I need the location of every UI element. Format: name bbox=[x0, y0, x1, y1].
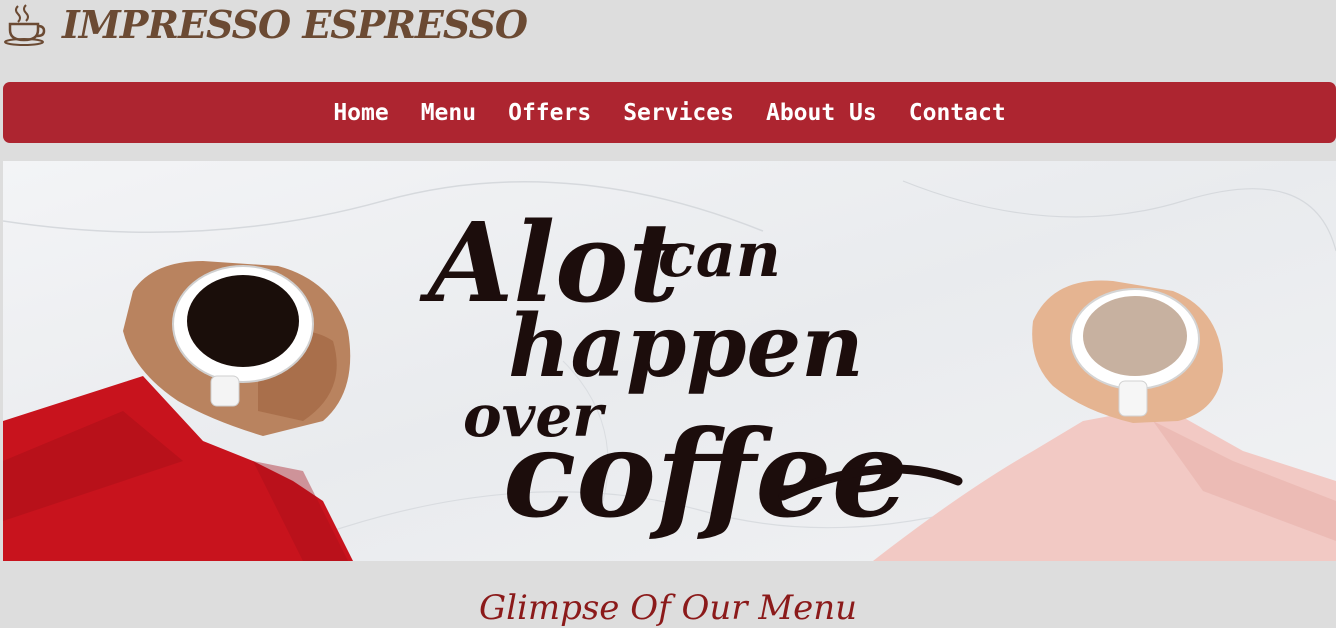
coffee-cup-icon[interactable] bbox=[2, 2, 46, 46]
site-header: IMPRESSO ESPRESSO bbox=[0, 0, 1336, 70]
nav-contact[interactable]: Contact bbox=[909, 100, 1006, 126]
hero-text-can: can bbox=[658, 218, 781, 291]
nav-services[interactable]: Services bbox=[623, 100, 734, 126]
nav-home[interactable]: Home bbox=[333, 100, 388, 126]
section-title: Glimpse Of Our Menu bbox=[478, 588, 858, 628]
brand-name[interactable]: IMPRESSO ESPRESSO bbox=[62, 2, 528, 47]
nav-menu[interactable]: Menu bbox=[421, 100, 476, 126]
main-navbar: Home Menu Offers Services About Us Conta… bbox=[3, 82, 1336, 143]
nav-offers[interactable]: Offers bbox=[508, 100, 591, 126]
nav-about-us[interactable]: About Us bbox=[766, 100, 877, 126]
hero-banner: Alot can happen over coffee bbox=[3, 161, 1336, 561]
hero-image: Alot can happen over coffee bbox=[3, 161, 1336, 561]
